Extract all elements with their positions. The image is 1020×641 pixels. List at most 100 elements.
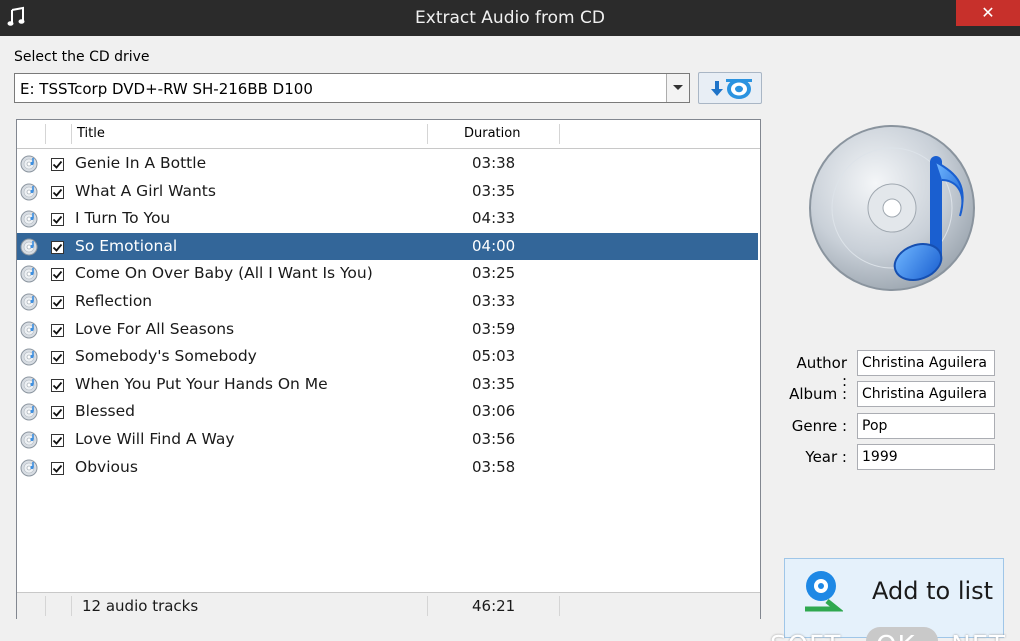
track-row[interactable]: Genie In A Bottle 03:38 [17, 150, 758, 177]
checkbox-icon [51, 156, 64, 175]
cd-track-icon [20, 403, 38, 421]
column-separator [427, 124, 428, 144]
track-title: What A Girl Wants [75, 181, 216, 200]
album-value: Christina Aguilera [862, 386, 987, 402]
column-separator [71, 596, 72, 616]
cd-track-icon [20, 376, 38, 394]
author-value: Christina Aguilera [862, 355, 987, 371]
track-title: When You Put Your Hands On Me [75, 374, 328, 393]
track-checkbox[interactable] [51, 432, 64, 447]
track-duration: 03:59 [472, 319, 516, 338]
checkbox-icon [51, 322, 64, 341]
track-duration: 03:06 [472, 402, 516, 421]
app-window: Extract Audio from CD ✕ Select the CD dr… [0, 0, 1020, 641]
track-duration: 03:25 [472, 264, 516, 283]
track-checkbox[interactable] [51, 404, 64, 420]
checkbox-icon [51, 294, 64, 313]
cd-track-icon [20, 265, 38, 283]
track-list-footer: 12 audio tracks 46:21 [17, 592, 760, 619]
dropdown-arrow-icon [673, 85, 683, 90]
year-value: 1999 [862, 449, 898, 465]
track-checkbox[interactable] [51, 460, 64, 475]
eject-button[interactable] [698, 72, 762, 104]
track-checkbox[interactable] [51, 322, 64, 337]
track-duration: 04:33 [472, 209, 516, 228]
track-duration: 04:00 [472, 236, 516, 255]
album-label: Album : [789, 385, 847, 403]
track-checkbox[interactable] [51, 239, 64, 254]
window-title: Extract Audio from CD [415, 8, 605, 28]
checkbox-icon [51, 404, 64, 423]
track-checkbox[interactable] [51, 349, 64, 365]
track-list[interactable]: Title Duration Genie In A Bottle 03:38 Wha… [16, 119, 761, 619]
track-duration: 05:03 [472, 347, 516, 366]
track-row[interactable]: What A Girl Wants 03:35 [17, 178, 758, 205]
track-row[interactable]: Obvious 03:58 [17, 454, 758, 481]
drive-select[interactable]: E: TSSTcorp DVD+-RW SH-216BB D100 [14, 73, 690, 103]
cd-track-icon [20, 459, 38, 477]
track-row[interactable]: I Turn To You 04:33 [17, 205, 758, 232]
track-checkbox[interactable] [51, 377, 64, 392]
track-duration: 03:56 [472, 430, 516, 448]
album-field[interactable]: Christina Aguilera [857, 381, 995, 407]
column-header-title[interactable]: Title [77, 120, 105, 148]
column-separator [559, 124, 560, 144]
checkbox-icon [51, 460, 64, 479]
genre-field[interactable]: Pop [857, 413, 995, 439]
track-row[interactable]: Love For All Seasons 03:59 [17, 316, 758, 343]
column-separator [45, 596, 46, 616]
column-separator [559, 596, 560, 616]
column-header-duration[interactable]: Duration [464, 120, 520, 148]
track-row[interactable]: Come On Over Baby (All I Want Is You) 03:… [17, 260, 758, 287]
track-title: Love Will Find A Way [75, 430, 235, 448]
watermark: SOFT- OK .NET [770, 621, 1015, 641]
cd-track-icon [20, 155, 38, 173]
track-count: 12 audio tracks [82, 597, 199, 615]
track-checkbox[interactable] [51, 156, 64, 171]
track-row[interactable]: Reflection 03:33 [17, 288, 758, 315]
cd-track-icon [20, 431, 38, 449]
title-bar: Extract Audio from CD ✕ [0, 0, 1020, 36]
client-area: Select the CD drive E: TSSTcorp DVD+-RW … [0, 36, 1020, 641]
track-title: Love For All Seasons [75, 319, 235, 338]
watermark-text: .NET [942, 631, 1006, 641]
close-button[interactable]: ✕ [956, 0, 1020, 26]
track-list-header: Title Duration [17, 120, 760, 149]
drive-label: Select the CD drive [14, 49, 150, 65]
genre-label: Genre : [791, 417, 847, 435]
track-checkbox[interactable] [51, 266, 64, 282]
track-title: Genie In A Bottle [75, 154, 207, 172]
track-duration: 03:35 [472, 374, 516, 393]
track-checkbox[interactable] [51, 184, 64, 199]
track-checkbox[interactable] [51, 211, 64, 227]
checkbox-icon [51, 211, 64, 230]
add-list-icon [805, 571, 843, 612]
cd-track-icon [20, 348, 38, 366]
total-duration: 46:21 [472, 597, 516, 615]
watermark-text: SOFT- [770, 631, 849, 641]
year-label: Year : [805, 448, 847, 466]
track-title: I Turn To You [75, 209, 171, 228]
column-separator [71, 124, 72, 144]
track-title: Somebody's Somebody [75, 347, 257, 366]
dropdown-arrow-button[interactable] [666, 74, 689, 102]
checkbox-icon [51, 184, 64, 203]
year-field[interactable]: 1999 [857, 444, 995, 470]
column-separator [45, 124, 46, 144]
author-field[interactable]: Christina Aguilera [857, 350, 995, 376]
cd-music-art-icon [809, 125, 975, 291]
checkbox-icon [51, 266, 64, 285]
checkbox-icon [51, 377, 64, 396]
cd-track-icon [20, 210, 38, 228]
cd-track-icon [20, 238, 38, 256]
track-row[interactable]: Blessed 03:06 [17, 398, 758, 425]
track-row[interactable]: When You Put Your Hands On Me 03:35 [17, 371, 758, 398]
track-row[interactable]: So Emotional 04:00 [17, 232, 758, 260]
checkbox-icon [51, 432, 64, 451]
track-title: Obvious [75, 457, 138, 476]
track-row[interactable]: Love Will Find A Way 03:56 [17, 426, 758, 453]
track-duration: 03:35 [472, 181, 516, 200]
track-row[interactable]: Somebody's Somebody 05:03 [17, 343, 758, 370]
drive-select-value: E: TSSTcorp DVD+-RW SH-216BB D100 [20, 80, 313, 98]
track-checkbox[interactable] [51, 294, 64, 309]
